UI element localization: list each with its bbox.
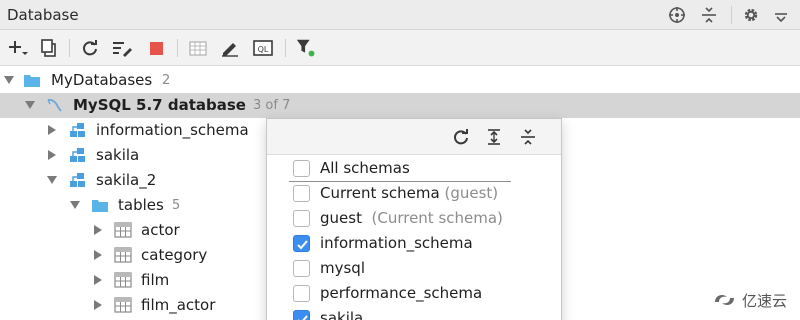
option-label: performance_schema <box>320 284 483 302</box>
folder-icon <box>23 72 41 88</box>
popup-toolbar <box>267 119 561 155</box>
schema-icon <box>68 172 86 188</box>
checkbox[interactable] <box>293 160 310 177</box>
gear-icon[interactable] <box>741 5 761 25</box>
expanded-arrow-icon[interactable] <box>70 200 80 210</box>
hide-icon[interactable] <box>771 5 791 25</box>
tree-node-label: MyDatabases <box>51 71 153 89</box>
refresh-icon[interactable] <box>79 38 101 58</box>
collapse-all-icon[interactable] <box>518 127 538 147</box>
option-hint: (guest) <box>444 184 499 202</box>
schema-option-sakila[interactable]: sakila <box>267 306 561 320</box>
svg-text:QL: QL <box>258 45 269 54</box>
schema-option-information-schema[interactable]: information_schema <box>267 231 561 256</box>
collapsed-arrow-icon[interactable] <box>93 300 103 310</box>
tree-node-label: actor <box>141 221 180 239</box>
checkbox[interactable] <box>293 185 310 202</box>
checkbox[interactable] <box>293 260 310 277</box>
tool-window-title: Database <box>7 6 79 24</box>
schema-icon <box>68 147 86 163</box>
option-label: guest (Current schema) <box>320 209 503 227</box>
properties-icon[interactable] <box>111 38 133 58</box>
schema-selection-popup: All schemas Current schema (guest) guest… <box>266 118 562 320</box>
tree-node-label: sakila_2 <box>96 171 157 189</box>
tree-node-count: 3 of 7 <box>253 98 291 113</box>
crosshair-icon[interactable] <box>667 5 687 25</box>
collapse-icon[interactable] <box>699 5 719 25</box>
tree-node-root[interactable]: MyDatabases 2 <box>0 68 800 93</box>
table-icon <box>114 222 132 238</box>
expanded-arrow-icon[interactable] <box>25 100 35 110</box>
copy-icon[interactable] <box>38 38 60 58</box>
folder-icon <box>91 197 109 213</box>
toolbar-separator <box>69 39 70 57</box>
add-icon[interactable] <box>7 38 29 58</box>
expand-all-icon[interactable] <box>484 127 504 147</box>
checkbox[interactable] <box>293 210 310 227</box>
database-toolbar: QL <box>0 30 800 66</box>
option-label: information_schema <box>320 234 473 252</box>
table-icon <box>114 247 132 263</box>
table-icon <box>114 272 132 288</box>
schema-icon <box>68 122 86 138</box>
tree-node-label: sakila <box>96 146 140 164</box>
tree-node-label: category <box>141 246 208 264</box>
collapsed-arrow-icon[interactable] <box>47 125 57 135</box>
tree-node-label: information_schema <box>96 121 249 139</box>
tree-node-label: film <box>141 271 170 289</box>
checkmark-icon <box>297 240 308 250</box>
option-hint: (Current schema) <box>371 209 503 227</box>
toolbar-separator <box>285 39 286 57</box>
schema-option-all[interactable]: All schemas <box>267 156 561 181</box>
query-console-icon[interactable]: QL <box>252 38 274 58</box>
tree-node-label: tables <box>118 196 164 214</box>
filter-icon[interactable] <box>295 38 317 58</box>
watermark: 亿速云 <box>712 289 787 311</box>
schema-option-performance-schema[interactable]: performance_schema <box>267 281 561 306</box>
edit-icon[interactable] <box>219 38 241 58</box>
collapsed-arrow-icon[interactable] <box>93 225 103 235</box>
tree-node-label: film_actor <box>141 296 216 314</box>
collapsed-arrow-icon[interactable] <box>93 250 103 260</box>
schema-option-guest[interactable]: guest (Current schema) <box>267 206 561 231</box>
collapsed-arrow-icon[interactable] <box>47 150 57 160</box>
checkbox[interactable] <box>293 285 310 302</box>
tree-node-count: 5 <box>172 198 181 213</box>
schema-option-current[interactable]: Current schema (guest) <box>267 181 561 206</box>
expanded-arrow-icon[interactable] <box>4 75 14 85</box>
checkbox-checked[interactable] <box>293 310 310 320</box>
checkbox-checked[interactable] <box>293 235 310 252</box>
tree-node-datasource[interactable]: MySQL 5.7 database 3 of 7 <box>0 93 800 118</box>
option-label: Current schema (guest) <box>320 184 499 202</box>
option-label: mysql <box>320 259 365 277</box>
tool-window-header: Database <box>0 0 800 30</box>
table-icon <box>114 297 132 313</box>
toolbar-separator <box>177 39 178 57</box>
checkmark-icon <box>298 315 308 320</box>
mysql-dolphin-icon <box>45 97 63 113</box>
header-separator <box>731 6 732 24</box>
schema-option-mysql[interactable]: mysql <box>267 256 561 281</box>
refresh-icon[interactable] <box>451 127 471 147</box>
tree-node-count: 2 <box>162 73 171 88</box>
collapsed-arrow-icon[interactable] <box>93 275 103 285</box>
option-label: sakila <box>320 309 364 320</box>
watermark-logo-icon <box>715 294 734 306</box>
stop-icon[interactable] <box>145 38 167 58</box>
expanded-arrow-icon[interactable] <box>47 175 57 185</box>
table-editor-icon[interactable] <box>187 38 209 58</box>
tree-node-label: MySQL 5.7 database <box>73 96 246 114</box>
option-label: All schemas <box>320 159 410 177</box>
watermark-text: 亿速云 <box>742 291 788 310</box>
